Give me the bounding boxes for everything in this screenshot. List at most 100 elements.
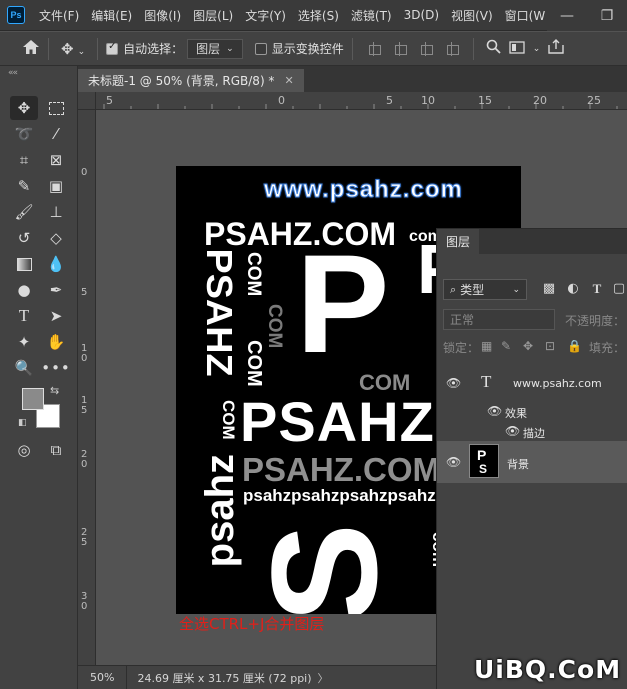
hand-tool[interactable]: ✋ xyxy=(42,330,70,354)
eyedropper-tool[interactable]: ✎ xyxy=(10,174,38,198)
spot-heal-tool[interactable]: ▣ xyxy=(42,174,70,198)
layer-name: www.psahz.com xyxy=(513,377,602,390)
chevron-down-icon[interactable]: ⌄ xyxy=(529,44,545,54)
blend-mode-dropdown[interactable]: 正常 xyxy=(443,309,555,330)
screen-mode-button[interactable]: ⧉ xyxy=(42,438,70,462)
gradient-tool[interactable] xyxy=(10,252,38,276)
home-button[interactable] xyxy=(22,39,40,58)
big-p-letter: P xyxy=(296,225,390,382)
layer-row-text[interactable]: 👁 T www.psahz.com xyxy=(437,367,627,399)
menu-image[interactable]: 图像(I) xyxy=(138,7,187,24)
zoom-level[interactable]: 50% xyxy=(78,665,128,689)
collapse-panel-button[interactable]: «« xyxy=(8,68,18,78)
menu-file[interactable]: 文件(F) xyxy=(33,7,85,24)
pen-tool[interactable]: ✒ xyxy=(42,278,70,302)
brush-tool[interactable]: 🖌 xyxy=(10,200,38,224)
menu-select[interactable]: 选择(S) xyxy=(292,7,345,24)
tab-layers[interactable]: 图层 xyxy=(437,229,480,254)
dodge-icon: ● xyxy=(17,281,31,299)
show-transform-label: 显示变换控件 xyxy=(271,42,344,56)
path-select-tool[interactable]: ➤ xyxy=(42,304,70,328)
psahz-vertical-text: PSAHZ xyxy=(199,248,240,377)
ruler-origin[interactable] xyxy=(78,92,96,110)
menu-filter[interactable]: 滤镜(T) xyxy=(345,7,398,24)
lasso-tool[interactable]: ➰ xyxy=(10,122,38,146)
filter-adjustment-icon[interactable]: ◐ xyxy=(565,281,581,297)
show-transform-checkbox[interactable] xyxy=(254,42,267,55)
filter-pixel-icon[interactable]: ▩ xyxy=(541,281,557,297)
com-vertical-text: COM xyxy=(243,340,265,387)
lock-position-icon[interactable]: ✥ xyxy=(523,339,533,353)
quick-mask-icon: ◎ xyxy=(17,441,31,459)
frame-icon: ⊠ xyxy=(49,151,63,169)
filter-shape-icon[interactable]: ▢ xyxy=(611,281,627,297)
align-hcenter-icon[interactable] xyxy=(392,41,408,56)
frame-tool[interactable]: ⊠ xyxy=(42,148,70,172)
auto-select-checkbox[interactable] xyxy=(106,41,119,55)
menu-window[interactable]: 窗口(W xyxy=(499,7,552,24)
move-tool[interactable]: ✥ xyxy=(10,96,38,120)
restore-button[interactable]: ❐ xyxy=(587,8,627,24)
align-top-icon[interactable] xyxy=(444,41,460,56)
magic-wand-tool[interactable]: ⁄ xyxy=(42,122,70,146)
blur-tool[interactable]: 💧 xyxy=(42,252,70,276)
search-icon[interactable] xyxy=(482,39,505,58)
menu-edit[interactable]: 编辑(E) xyxy=(85,7,138,24)
hand-icon: ✋ xyxy=(46,333,66,351)
search-icon: ⌕ xyxy=(450,282,457,296)
zoom-tool[interactable]: 🔍 xyxy=(10,356,38,380)
document-tab[interactable]: 未标题-1 @ 50% (背景, RGB/8) * ✕ xyxy=(78,69,304,92)
vertical-ruler[interactable]: 0 5 1 0 1 5 2 0 2 5 3 0 xyxy=(78,110,96,665)
menu-layer[interactable]: 图层(L) xyxy=(187,7,239,24)
default-colors-icon[interactable]: ◧ xyxy=(18,418,27,428)
ruler-label: 1 5 xyxy=(81,395,88,416)
more-tools-button[interactable]: ••• xyxy=(41,356,70,380)
share-icon[interactable] xyxy=(544,39,568,58)
arrow-pointer-icon: ➤ xyxy=(49,307,63,325)
foreground-color-swatch-front[interactable] xyxy=(22,388,44,410)
ruler-label: 0 xyxy=(278,94,285,107)
workspace-icon[interactable] xyxy=(505,40,529,58)
lock-artboard-icon[interactable]: ⊡ xyxy=(545,339,555,353)
lock-all-icon[interactable]: 🔒 xyxy=(567,339,582,353)
marquee-tool[interactable] xyxy=(42,96,70,120)
auto-select-target: 图层 xyxy=(196,42,221,56)
horizontal-ruler[interactable]: 5 0 5 10 15 20 25 xyxy=(96,92,627,110)
align-left-icon[interactable] xyxy=(366,41,382,56)
layer-effect-stroke-row[interactable]: 👁 描边 xyxy=(437,421,627,441)
layer-effects-row[interactable]: 👁 效果 xyxy=(437,401,627,421)
ruler-label: 1 0 xyxy=(81,343,88,364)
eye-icon[interactable]: 👁 xyxy=(487,404,502,418)
lock-pixels-icon[interactable]: ✎ xyxy=(501,339,511,353)
history-brush-tool[interactable]: ↺ xyxy=(10,226,38,250)
eye-icon[interactable]: 👁 xyxy=(446,455,461,469)
ruler-label: 3 0 xyxy=(81,591,88,612)
type-tool[interactable]: T xyxy=(10,304,38,328)
crop-tool[interactable]: ⌗ xyxy=(10,148,38,172)
effects-label: 效果 xyxy=(505,407,527,420)
layer-row-background[interactable]: 👁 P S 背景 xyxy=(437,441,627,483)
menu-view[interactable]: 视图(V) xyxy=(445,7,499,24)
eye-icon[interactable]: 👁 xyxy=(446,376,461,390)
layer-filter-dropdown[interactable]: ⌕ 类型 ⌄ xyxy=(443,279,527,300)
close-icon[interactable]: ✕ xyxy=(284,74,293,87)
chevron-right-icon[interactable]: 〉 xyxy=(318,670,329,686)
watermark-logo: UiBQ.CoM xyxy=(474,655,622,684)
eraser-tool[interactable]: ◇ xyxy=(42,226,70,250)
lock-transparency-icon[interactable]: ▦ xyxy=(481,339,492,353)
align-right-icon[interactable] xyxy=(418,41,434,56)
minimize-button[interactable]: — xyxy=(547,8,587,24)
dodge-tool[interactable]: ● xyxy=(10,278,38,302)
stamp-tool[interactable]: ⊥ xyxy=(42,200,70,224)
eye-icon[interactable]: 👁 xyxy=(505,424,520,438)
ruler-label: 2 5 xyxy=(81,527,88,548)
shape-tool[interactable]: ✦ xyxy=(10,330,38,354)
auto-select-target-dropdown[interactable]: 图层 ⌄ xyxy=(187,38,243,59)
filter-type-icon[interactable]: T xyxy=(589,281,605,297)
quick-mask-button[interactable]: ◎ xyxy=(10,438,38,462)
divider xyxy=(472,37,474,60)
menu-3d[interactable]: 3D(D) xyxy=(398,8,445,22)
swap-colors-icon[interactable]: ⇆ xyxy=(50,384,59,397)
menu-type[interactable]: 文字(Y) xyxy=(239,7,292,24)
move-tool-preset-button[interactable]: ✥ ⌄ xyxy=(57,40,89,58)
